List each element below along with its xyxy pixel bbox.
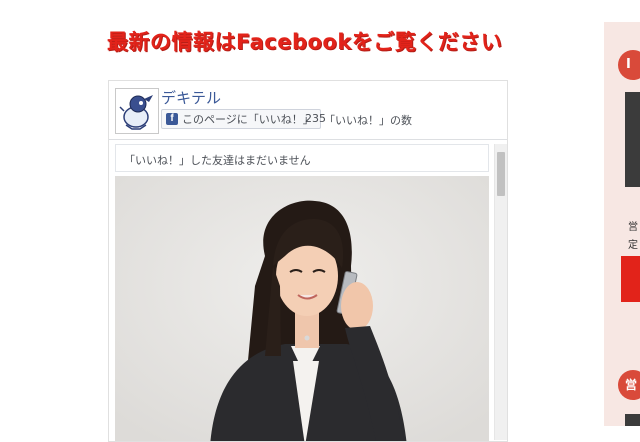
- sidebar-image-panel[interactable]: [625, 92, 640, 187]
- facebook-timeline[interactable]: 「いいね！」した友達はまだいません: [109, 140, 507, 441]
- page-name-link[interactable]: デキテル: [161, 87, 221, 108]
- sidebar-dark-panel: [625, 414, 640, 426]
- like-page-button[interactable]: f このページに「いいね！」: [161, 109, 321, 129]
- page-avatar-icon[interactable]: [115, 88, 159, 134]
- right-sidebar: I 営 定 営: [604, 22, 640, 426]
- sidebar-text-2: 定: [628, 240, 638, 251]
- friends-notice-box: 「いいね！」した友達はまだいません: [115, 144, 489, 172]
- timeline-scrollbar[interactable]: [494, 144, 507, 440]
- scrollbar-thumb[interactable]: [497, 152, 505, 196]
- like-count: 235: [305, 112, 326, 125]
- post-photo[interactable]: [115, 176, 489, 441]
- section-headline: 最新の情報はFacebookをご覧ください: [107, 30, 503, 54]
- facebook-page-plugin: デキテル f このページに「いいね！」 235 「いいね！」の数 「いいね！」し…: [108, 80, 508, 442]
- facebook-page-header: デキテル f このページに「いいね！」 235 「いいね！」の数: [109, 81, 507, 140]
- sidebar-heading-badge-2: 営: [618, 370, 640, 400]
- facebook-f-icon: f: [166, 113, 178, 125]
- like-count-label: 「いいね！」の数: [324, 114, 412, 127]
- sidebar-red-button[interactable]: [621, 256, 640, 302]
- friends-notice-text: 「いいね！」した友達はまだいません: [124, 154, 311, 167]
- sidebar-text-1: 営: [628, 222, 638, 233]
- sidebar-heading-badge: I: [618, 50, 640, 80]
- like-button-label: このページに「いいね！」: [182, 113, 314, 126]
